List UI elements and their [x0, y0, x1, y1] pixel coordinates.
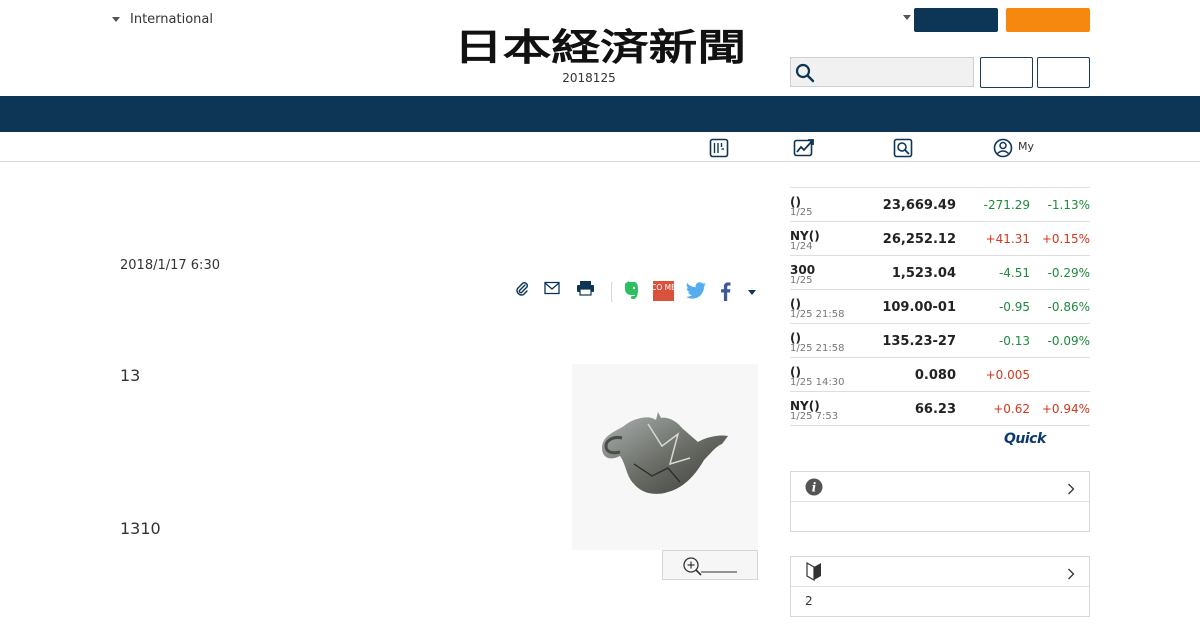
- market-percent: -0.09%: [1047, 334, 1090, 348]
- market-row[interactable]: NY() 1/24 26,252.12 +41.31 +0.15%: [790, 222, 1090, 256]
- svg-text:CO ME: CO ME: [653, 283, 674, 292]
- market-change: -4.51: [998, 266, 1030, 280]
- market-row[interactable]: NY() 1/25 7:53 66.23 +0.62 +0.94%: [790, 392, 1090, 426]
- share-divider: [611, 282, 612, 302]
- market-row[interactable]: () 1/25 14:30 0.080 +0.005: [790, 358, 1090, 392]
- market-date: 1/25 21:58: [790, 309, 845, 320]
- market-change: -0.95: [998, 300, 1030, 314]
- market-value: 1,523.04: [891, 266, 956, 281]
- chevron-right-icon: [1067, 565, 1075, 584]
- market-row[interactable]: () 1/25 21:58 135.23-27 -0.13 -0.09%: [790, 324, 1090, 358]
- mail-icon[interactable]: [544, 280, 560, 299]
- info-icon: i: [805, 478, 823, 500]
- register-button[interactable]: [1037, 57, 1090, 88]
- login-button[interactable]: [980, 57, 1033, 88]
- beginner-panel-header[interactable]: [791, 557, 1089, 587]
- search-input[interactable]: [790, 57, 974, 87]
- market-date: 1/25 7:53: [790, 411, 839, 422]
- user-icon[interactable]: [993, 138, 1013, 162]
- market-row[interactable]: () 1/25 21:58 109.00-01 -0.95 -0.86%: [790, 290, 1090, 324]
- beginner-mark-icon: [806, 561, 822, 585]
- market-value: 0.080: [914, 368, 956, 383]
- market-data-table: () 1/25 23,669.49 -271.29 -1.13% NY() 1/…: [790, 187, 1090, 426]
- market-percent: -0.29%: [1047, 266, 1090, 280]
- caret-down-icon[interactable]: [903, 15, 911, 20]
- info-panel: i: [790, 471, 1090, 532]
- market-row[interactable]: 300 1/25 1,523.04 -4.51 -0.29%: [790, 256, 1090, 290]
- print-icon[interactable]: [576, 280, 595, 300]
- chevron-right-icon: [1067, 480, 1075, 499]
- svg-text:i: i: [812, 481, 817, 495]
- beginner-panel-text: 2: [805, 594, 813, 608]
- beginner-panel: 2: [790, 556, 1090, 617]
- twitter-icon[interactable]: [685, 282, 707, 304]
- search-icon[interactable]: [893, 138, 913, 162]
- market-value: 66.23: [914, 402, 956, 417]
- market-date: 1/25 14:30: [790, 377, 845, 388]
- facebook-icon[interactable]: [720, 282, 731, 305]
- info-panel-header[interactable]: i: [791, 472, 1089, 502]
- market-change: +41.31: [985, 232, 1030, 246]
- more-share-caret-icon[interactable]: [748, 290, 756, 295]
- svg-text:日本経済新聞: 日本経済新聞: [454, 26, 746, 66]
- article-photo[interactable]: [572, 364, 758, 550]
- market-change: +0.005: [985, 368, 1030, 382]
- market-value: 135.23-27: [882, 334, 956, 349]
- market-value: 26,252.12: [882, 232, 956, 247]
- market-value: 23,669.49: [882, 198, 956, 213]
- edition-label: International: [130, 12, 213, 27]
- come-icon[interactable]: CO ME: [651, 281, 676, 301]
- market-change: +0.62: [993, 402, 1030, 416]
- market-change: -0.13: [998, 334, 1030, 348]
- market-date: 1/25: [790, 207, 813, 218]
- edition-date: 2018125: [562, 71, 616, 85]
- market-row[interactable]: () 1/25 23,669.49 -271.29 -1.13%: [790, 188, 1090, 222]
- search-icon[interactable]: [795, 63, 815, 87]
- clip-icon[interactable]: [514, 280, 530, 300]
- edition-selector[interactable]: International: [112, 12, 213, 27]
- article-paragraph: 13: [120, 366, 141, 385]
- chart-icon[interactable]: [793, 138, 815, 162]
- market-percent: +0.15%: [1041, 232, 1090, 246]
- newspaper-icon[interactable]: [709, 138, 729, 162]
- evernote-icon[interactable]: [622, 280, 640, 305]
- nikkei-logo[interactable]: 日本経済新聞: [452, 25, 748, 69]
- my-page-link[interactable]: My: [1018, 140, 1034, 153]
- market-change: -271.29: [983, 198, 1030, 212]
- subscribe-button[interactable]: [914, 8, 998, 32]
- market-date: 1/25: [790, 275, 813, 286]
- market-percent: -0.86%: [1047, 300, 1090, 314]
- main-nav-bar: [0, 96, 1200, 132]
- market-percent: -1.13%: [1047, 198, 1090, 212]
- article-date: 2018/1/17 6:30: [120, 258, 220, 273]
- article-paragraph: 1310: [120, 519, 161, 538]
- zoom-button[interactable]: [662, 550, 758, 580]
- quick-logo[interactable]: Quick: [1004, 431, 1046, 447]
- market-date: 1/24: [790, 241, 813, 252]
- market-date: 1/25 21:58: [790, 343, 845, 354]
- market-value: 109.00-01: [882, 300, 956, 315]
- caret-down-icon: [112, 17, 120, 22]
- market-percent: +0.94%: [1041, 402, 1090, 416]
- trial-button[interactable]: [1006, 8, 1090, 32]
